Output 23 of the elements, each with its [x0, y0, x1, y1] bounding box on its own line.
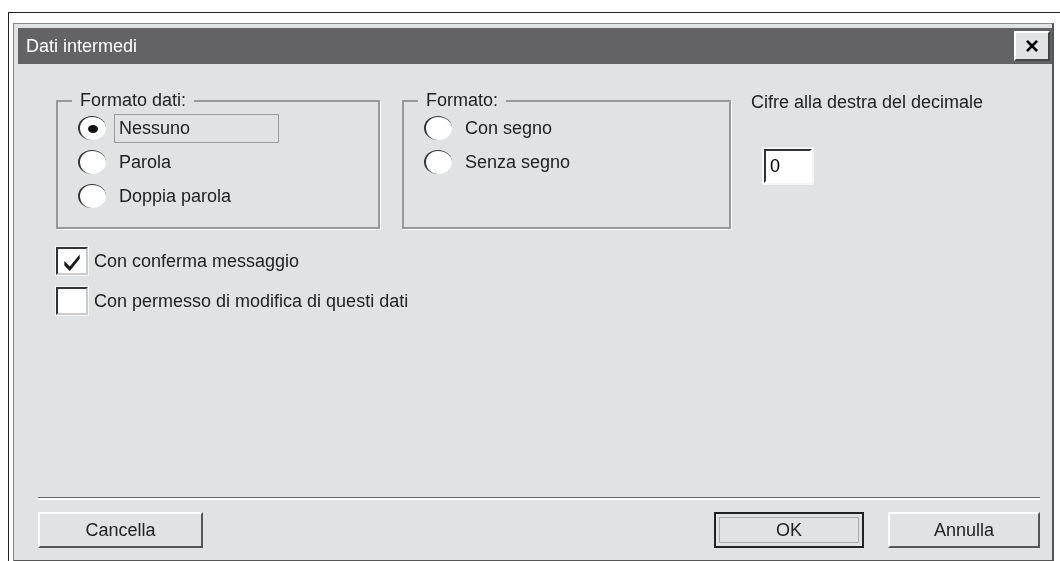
radio-label[interactable]: Con segno	[460, 113, 558, 143]
checkbox-label[interactable]: Con conferma messaggio	[94, 250, 300, 272]
dialog-button[interactable]: Cancella	[38, 512, 203, 548]
window-title: Dati intermedi	[26, 35, 138, 57]
dialog-button[interactable]: Annulla	[888, 512, 1040, 548]
radio-label[interactable]: Doppia parola	[114, 181, 237, 211]
close-button[interactable]: ×	[1014, 31, 1050, 61]
checkbox[interactable]	[56, 287, 88, 315]
radio-label[interactable]: Senza segno	[460, 147, 576, 177]
radio-button[interactable]	[78, 184, 106, 208]
dialog-button[interactable]: OK	[714, 512, 864, 548]
input-field[interactable]: 0	[764, 149, 812, 183]
checkbox[interactable]	[56, 247, 88, 275]
radio-button[interactable]	[424, 116, 452, 140]
radio-button[interactable]	[424, 150, 452, 174]
radio-button[interactable]	[78, 116, 106, 140]
radio-label[interactable]: Parola	[114, 147, 177, 177]
radio-button[interactable]	[78, 150, 106, 174]
group-title: Formato:	[425, 90, 500, 111]
checkbox-label[interactable]: Con permesso di modifica di questi dati	[94, 290, 409, 312]
field-label: Cifre alla destra del decimale	[751, 92, 984, 113]
group-title: Formato dati:	[79, 90, 188, 111]
radio-label[interactable]: Nessuno	[114, 113, 279, 143]
